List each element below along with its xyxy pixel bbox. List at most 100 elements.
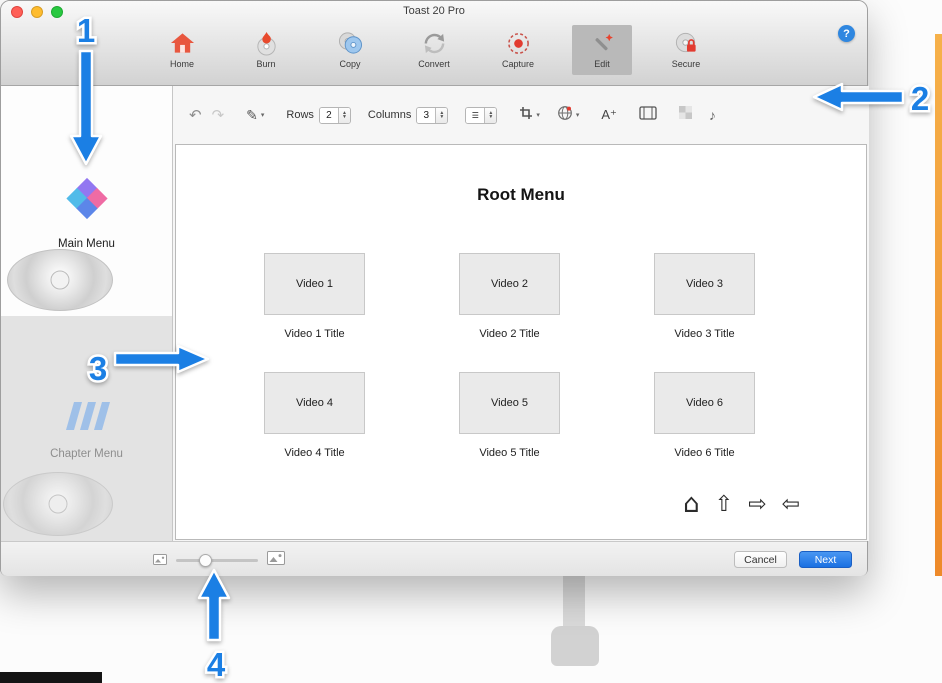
- undo-button[interactable]: ↶: [189, 106, 202, 124]
- toolbar-item-capture[interactable]: Capture: [476, 25, 560, 75]
- toolbar-item-label: Convert: [418, 59, 450, 69]
- video-tile[interactable]: Video 4: [264, 372, 365, 434]
- draw-tool-dropdown[interactable]: ✎ ▾: [246, 107, 264, 124]
- video-cell: Video 1 Video 1 Title: [264, 253, 365, 340]
- home-nav-icon[interactable]: ⌂: [683, 489, 700, 519]
- footer-buttons: Cancel Next: [734, 551, 852, 568]
- columns-stepper[interactable]: 3 ▲▼: [416, 107, 448, 124]
- rows-label: Rows: [286, 109, 314, 121]
- toolbar-item-label: Home: [170, 59, 194, 69]
- checkerboard-icon: [679, 106, 692, 123]
- crop-dropdown[interactable]: ▾: [519, 106, 540, 125]
- sidebar-item-label: Chapter Menu: [50, 448, 123, 460]
- zoom-in-image-icon: [267, 551, 285, 570]
- globe-icon: [557, 105, 573, 126]
- svg-text:4: 4: [207, 646, 226, 683]
- toolbar-item-burn[interactable]: Burn: [224, 25, 308, 75]
- video-tile-label: Video 5: [491, 397, 528, 409]
- video-cell: Video 3 Video 3 Title: [654, 253, 755, 340]
- zoom-slider[interactable]: [176, 559, 258, 562]
- stepper-arrows-icon[interactable]: ▲▼: [338, 108, 350, 123]
- video-tile[interactable]: Video 5: [459, 372, 560, 434]
- window-header: Toast 20 Pro Home Burn: [1, 1, 867, 86]
- video-tile[interactable]: Video 2: [459, 253, 560, 315]
- disc-graphic-dimmed: [3, 472, 113, 536]
- bottom-bar: Cancel Next: [1, 541, 867, 576]
- video-caption[interactable]: Video 4 Title: [264, 447, 365, 459]
- stepper-arrows-icon[interactable]: ▲▼: [435, 108, 447, 123]
- toolbar-item-copy[interactable]: Copy: [308, 25, 392, 75]
- menu-canvas: Root Menu Video 1 Video 1 Title Video 2 …: [175, 144, 867, 540]
- video-frame-button[interactable]: [639, 106, 657, 125]
- stepper-arrows-icon[interactable]: ▲▼: [484, 108, 496, 123]
- toolbar-item-secure[interactable]: Secure: [644, 25, 728, 75]
- video-cell: Video 5 Video 5 Title: [459, 372, 560, 459]
- annotation-arrow-4-up: [196, 566, 232, 644]
- edit-panel: ↶ ↷ ✎ ▾ Rows 2 ▲▼ Columns 3 ▲▼: [173, 86, 869, 541]
- copy-icon: [338, 30, 363, 56]
- video-caption[interactable]: Video 3 Title: [654, 328, 755, 340]
- disc-graphic: [7, 249, 113, 311]
- chevron-down-icon: ▾: [576, 111, 580, 119]
- video-tile-label: Video 6: [686, 397, 723, 409]
- video-tile-label: Video 1: [296, 278, 333, 290]
- video-caption[interactable]: Video 2 Title: [459, 328, 560, 340]
- video-caption[interactable]: Video 1 Title: [264, 328, 365, 340]
- next-button[interactable]: Next: [799, 551, 852, 568]
- app-toolbar: Home Burn Copy: [140, 25, 728, 75]
- video-tile[interactable]: Video 3: [654, 253, 755, 315]
- columns-value: 3: [417, 108, 435, 123]
- video-tile[interactable]: Video 1: [264, 253, 365, 315]
- next-nav-icon[interactable]: ⇨: [748, 492, 766, 517]
- redo-button[interactable]: ↷: [212, 106, 225, 124]
- video-caption[interactable]: Video 5 Title: [459, 447, 560, 459]
- sidebar-item-label: Main Menu: [58, 238, 115, 250]
- audio-button[interactable]: ♪: [709, 107, 716, 123]
- mask-pattern-button[interactable]: [679, 106, 692, 124]
- zoom-out-image-icon: [153, 552, 167, 570]
- help-label: ?: [843, 28, 850, 40]
- menu-title[interactable]: Root Menu: [176, 185, 866, 205]
- video-tile-label: Video 4: [296, 397, 333, 409]
- desktop-bottom-strip: [0, 672, 102, 683]
- list-style-stepper[interactable]: ☰ ▲▼: [465, 107, 497, 124]
- video-caption[interactable]: Video 6 Title: [654, 447, 755, 459]
- svg-text:2: 2: [911, 80, 929, 117]
- window-title: Toast 20 Pro: [1, 5, 867, 17]
- rows-value: 2: [320, 108, 338, 123]
- toolbar-item-label: Edit: [594, 59, 610, 69]
- toolbar-item-label: Capture: [502, 59, 534, 69]
- up-nav-icon[interactable]: ⇧: [715, 492, 733, 517]
- video-tile[interactable]: Video 6: [654, 372, 755, 434]
- video-cell: Video 2 Video 2 Title: [459, 253, 560, 340]
- list-icon: ☰: [466, 108, 484, 123]
- region-dropdown[interactable]: ▾: [557, 105, 580, 126]
- video-cell: Video 6 Video 6 Title: [654, 372, 755, 459]
- screenshot-root: Toast 20 Pro Home Burn: [0, 0, 942, 683]
- edit-toolbar: ↶ ↷ ✎ ▾ Rows 2 ▲▼ Columns 3 ▲▼: [173, 86, 869, 144]
- annotation-arrow-1-down: [68, 48, 104, 168]
- chevron-down-icon: ▾: [261, 111, 265, 119]
- burn-icon: [254, 30, 279, 56]
- previous-nav-icon[interactable]: ⇦: [782, 492, 800, 517]
- toolbar-item-home[interactable]: Home: [140, 25, 224, 75]
- toolbar-item-convert[interactable]: Convert: [392, 25, 476, 75]
- annotation-arrow-2-left: [810, 80, 906, 114]
- rows-stepper[interactable]: 2 ▲▼: [319, 107, 351, 124]
- toolbar-item-label: Secure: [672, 59, 701, 69]
- text-style-button[interactable]: A⁺: [601, 107, 617, 123]
- cancel-button[interactable]: Cancel: [734, 551, 787, 568]
- toolbar-item-edit[interactable]: Edit: [560, 25, 644, 75]
- home-icon: [170, 30, 195, 56]
- help-button[interactable]: ?: [838, 25, 855, 42]
- video-tile-label: Video 3: [686, 278, 723, 290]
- video-grid: Video 1 Video 1 Title Video 2 Video 2 Ti…: [264, 253, 866, 459]
- menu-nav-icons: ⌂ ⇧ ⇨ ⇦: [683, 489, 800, 519]
- desktop-background-object-base: [551, 626, 599, 666]
- chevron-down-icon: ▾: [536, 111, 540, 119]
- edit-wand-icon: [590, 30, 615, 56]
- svg-text:3: 3: [89, 350, 107, 387]
- capture-icon: [506, 30, 531, 56]
- video-tile-label: Video 2: [491, 278, 528, 290]
- secure-icon: [674, 30, 699, 56]
